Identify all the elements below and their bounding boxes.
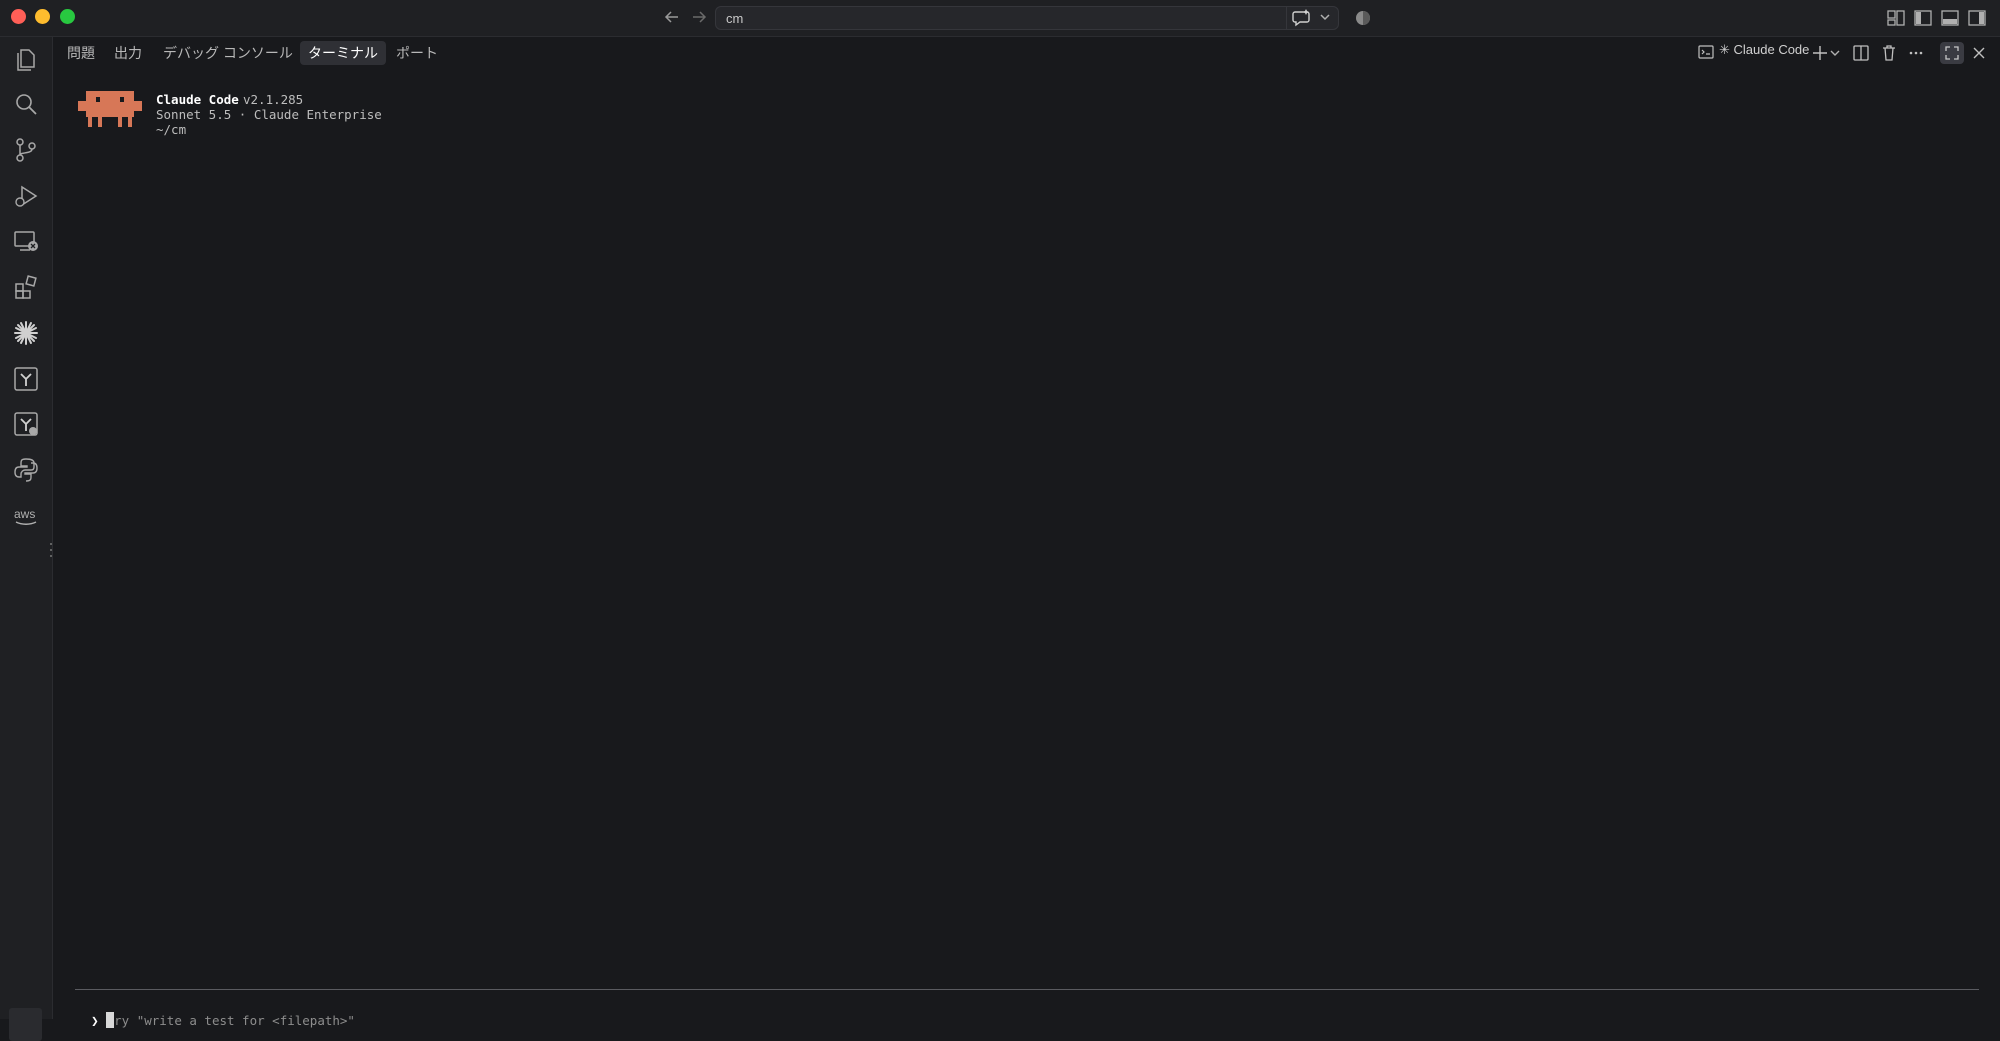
copilot-chat-icon[interactable]: [1291, 6, 1313, 28]
tab-terminal[interactable]: ターミナル: [300, 41, 386, 65]
source-control-icon[interactable]: [12, 136, 40, 164]
terminal-input[interactable]: ❯ ry "write a test for <filepath>": [76, 997, 355, 1028]
toggle-panel-icon[interactable]: [1939, 7, 1961, 29]
claude-icon[interactable]: [12, 319, 40, 347]
extensions-icon[interactable]: [12, 273, 40, 301]
command-center-search[interactable]: cm: [715, 6, 1339, 30]
active-terminal-name[interactable]: ✳ Claude Code: [1719, 42, 1809, 58]
python-icon[interactable]: [12, 456, 40, 484]
toggle-secondary-sidebar-icon[interactable]: [1966, 7, 1988, 29]
aws-icon[interactable]: aws: [12, 502, 40, 530]
new-terminal-plus-icon[interactable]: [1810, 43, 1830, 63]
tree-alt-icon[interactable]: [12, 410, 40, 438]
text-cursor: [106, 1012, 115, 1028]
explorer-icon[interactable]: [12, 45, 40, 73]
input-placeholder: ry "write a test for <filepath>": [114, 1013, 355, 1028]
remote-explorer-icon[interactable]: [12, 227, 40, 255]
back-arrow-icon[interactable]: [661, 6, 683, 28]
command-center-divider: [1286, 6, 1287, 30]
maximize-panel-button[interactable]: [1940, 42, 1964, 64]
search-icon[interactable]: [12, 90, 40, 118]
svg-text:aws: aws: [14, 507, 35, 521]
sidebar-resize-handle[interactable]: [50, 542, 52, 558]
customize-layout-icon[interactable]: [1885, 7, 1907, 29]
title-bar: cm: [0, 0, 2000, 37]
accounts-avatar[interactable]: [9, 1008, 42, 1041]
accounts-contrast-icon[interactable]: [1352, 7, 1374, 29]
prompt-symbol: ❯: [91, 1013, 99, 1028]
close-window-button[interactable]: [11, 9, 26, 24]
input-divider: [75, 989, 1979, 990]
terminal-version: v2.1.285: [243, 92, 304, 107]
more-actions-icon[interactable]: [1906, 43, 1926, 63]
run-debug-icon[interactable]: [12, 182, 40, 210]
tab-ports[interactable]: ポート: [388, 41, 446, 65]
chevron-down-icon[interactable]: [1316, 7, 1334, 27]
terminal-app-name: Claude Code: [156, 92, 239, 107]
maximize-window-button[interactable]: [60, 9, 75, 24]
terminal-cwd: ~/cm: [156, 122, 187, 137]
trash-icon[interactable]: [1879, 43, 1899, 63]
chevron-down-icon[interactable]: [1828, 43, 1842, 63]
tab-output[interactable]: 出力: [106, 41, 150, 65]
close-panel-icon[interactable]: [1969, 43, 1989, 63]
split-terminal-icon[interactable]: [1851, 43, 1871, 63]
activity-bar: aws: [0, 37, 53, 1041]
terminal-icon: [1698, 45, 1714, 59]
maximize-icon: [1945, 46, 1959, 60]
toggle-primary-sidebar-icon[interactable]: [1912, 7, 1934, 29]
forward-arrow-icon[interactable]: [688, 6, 710, 28]
claude-code-logo: [78, 91, 142, 127]
minimize-window-button[interactable]: [35, 9, 50, 24]
command-center-text: cm: [726, 11, 744, 26]
tab-problems[interactable]: 問題: [59, 41, 103, 65]
tree-icon[interactable]: [12, 365, 40, 393]
terminal-model-line: Sonnet 5.5 · Claude Enterprise: [156, 107, 382, 122]
tab-debug-console[interactable]: デバッグ コンソール: [155, 41, 301, 65]
